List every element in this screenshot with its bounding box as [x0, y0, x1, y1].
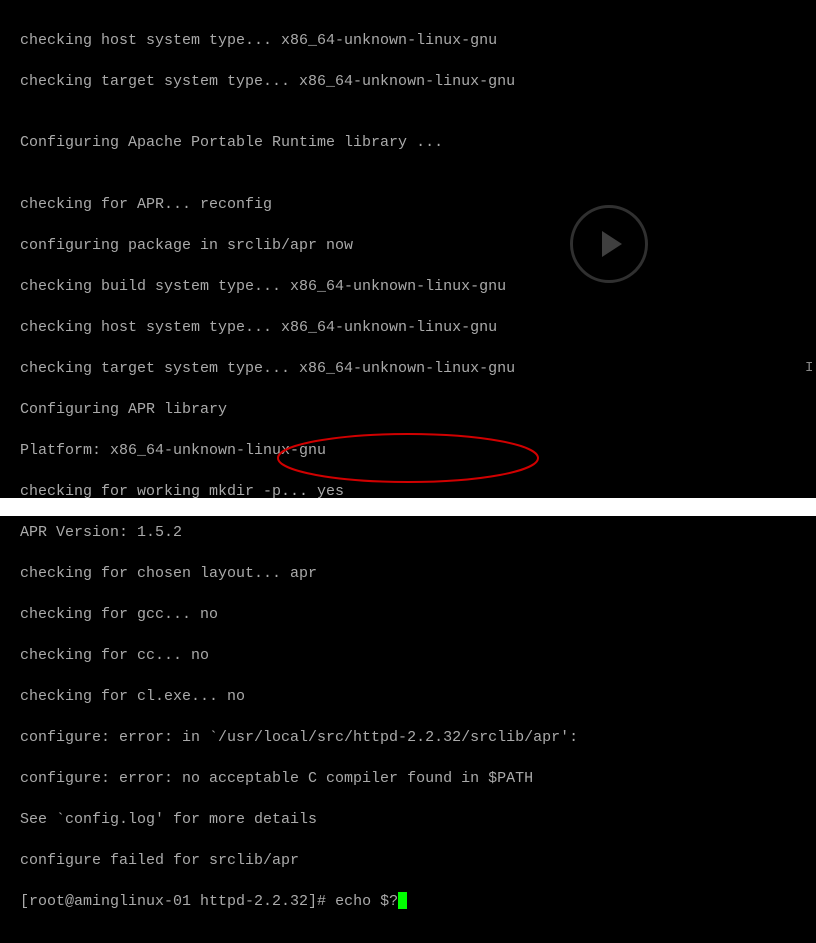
output-line: checking for gcc... no: [20, 606, 218, 623]
output-line: See `config.log' for more details: [20, 811, 317, 828]
output-line: configure: error: no acceptable C compil…: [20, 770, 533, 787]
command-text: echo $?: [335, 893, 398, 910]
output-line: checking for cc... no: [20, 647, 209, 664]
bottom-margin: [0, 498, 816, 516]
output-line: checking build system type... x86_64-unk…: [20, 278, 506, 295]
output-line: APR Version: 1.5.2: [20, 524, 182, 541]
output-line: checking target system type... x86_64-un…: [20, 73, 515, 90]
text-cursor-icon: I: [805, 358, 813, 379]
output-line: checking for APR... reconfig: [20, 196, 272, 213]
output-line: Configuring APR library: [20, 401, 227, 418]
output-line: checking for cl.exe... no: [20, 688, 245, 705]
cursor: [398, 892, 407, 909]
play-button[interactable]: [570, 205, 648, 283]
output-line: configuring package in srclib/apr now: [20, 237, 353, 254]
output-line: checking host system type... x86_64-unkn…: [20, 319, 497, 336]
play-icon: [602, 231, 622, 257]
output-line: checking for working mkdir -p... yes: [20, 483, 344, 500]
prompt-prefix: [root@aminglinux-01 httpd-2.2.32]#: [20, 893, 335, 910]
output-line: Configuring Apache Portable Runtime libr…: [20, 134, 443, 151]
output-line: configure failed for srclib/apr: [20, 852, 299, 869]
output-line: checking target system type... x86_64-un…: [20, 360, 515, 377]
output-line: Platform: x86_64-unknown-linux-gnu: [20, 442, 326, 459]
output-line: configure: error: in `/usr/local/src/htt…: [20, 729, 578, 746]
output-line: checking host system type... x86_64-unkn…: [20, 32, 497, 49]
terminal-output[interactable]: checking host system type... x86_64-unkn…: [0, 0, 816, 943]
output-line: checking for chosen layout... apr: [20, 565, 317, 582]
